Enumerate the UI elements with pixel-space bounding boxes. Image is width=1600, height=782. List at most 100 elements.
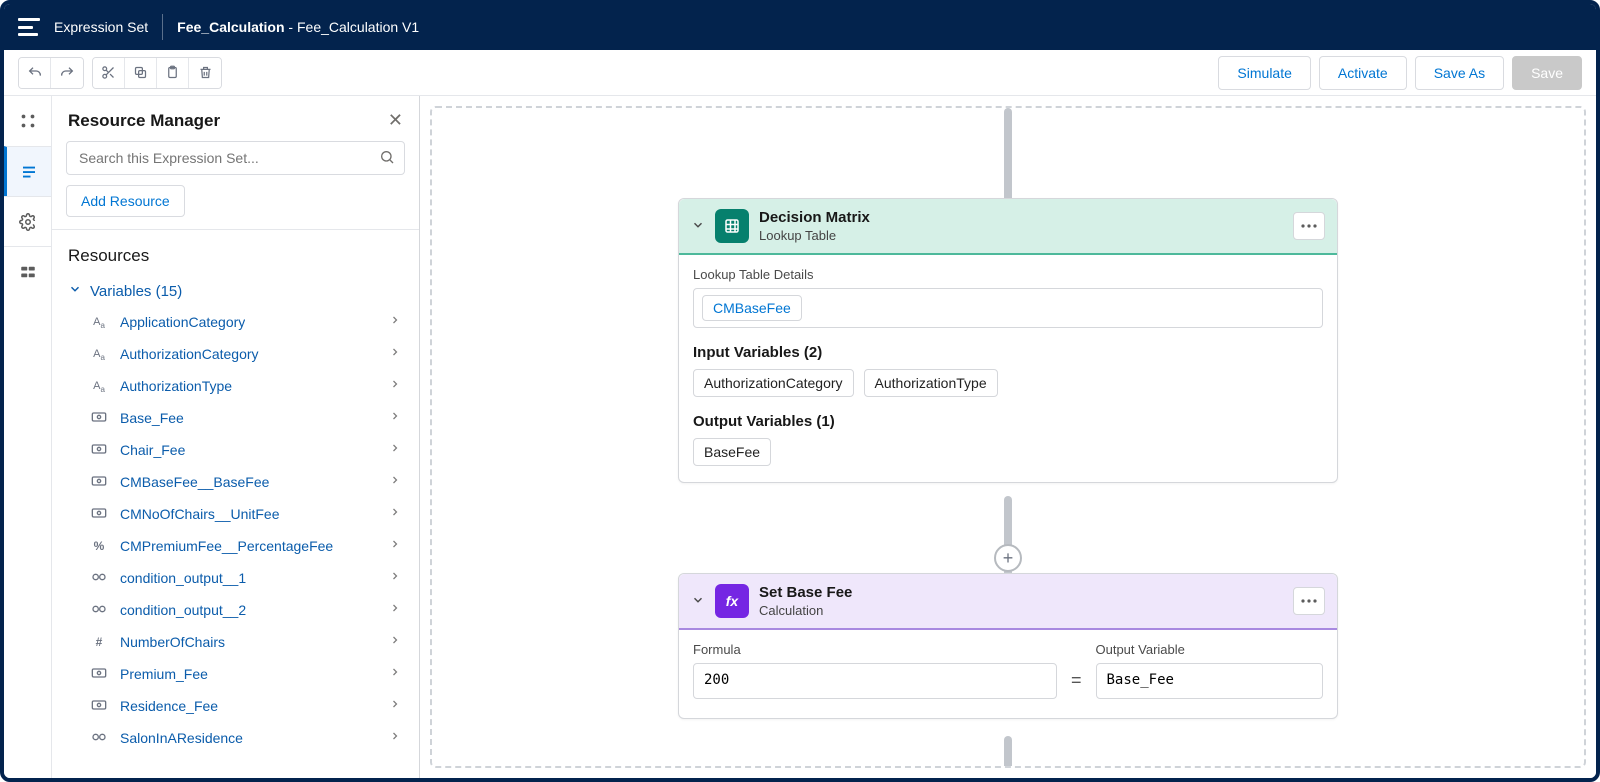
rail-components-icon[interactable] <box>4 96 51 146</box>
output-variable-input[interactable] <box>1096 663 1324 699</box>
chevron-right-icon <box>389 409 401 427</box>
variable-type-icon <box>90 571 108 586</box>
variable-row[interactable]: Chair_Fee <box>62 434 409 466</box>
lookup-table-link[interactable]: CMBaseFee <box>702 295 802 321</box>
variable-row[interactable]: Premium_Fee <box>62 658 409 690</box>
variable-type-icon <box>90 507 108 522</box>
history-group <box>18 57 84 89</box>
delete-button[interactable] <box>189 58 221 88</box>
calculation-node[interactable]: fx Set Base Fee Calculation <box>678 573 1338 719</box>
save-as-button[interactable]: Save As <box>1415 56 1504 90</box>
rail-data-icon[interactable] <box>4 246 51 296</box>
resource-panel: Resource Manager ✕ Add Resource Resource… <box>52 96 420 778</box>
variables-heading: Variables (15) <box>90 283 182 300</box>
variable-name: ApplicationCategory <box>120 314 245 330</box>
variable-row[interactable]: condition_output__1 <box>62 562 409 594</box>
panel-title: Resource Manager <box>68 111 220 131</box>
variable-name: NumberOfChairs <box>120 634 225 650</box>
canvas[interactable]: Decision Matrix Lookup Table Lookup Tabl… <box>420 96 1596 778</box>
chevron-right-icon <box>389 665 401 683</box>
variable-row[interactable]: CMNoOfChairs__UnitFee <box>62 498 409 530</box>
variable-name: SalonInAResidence <box>120 730 243 746</box>
variable-type-icon: Aa <box>90 378 108 394</box>
collapse-icon[interactable] <box>691 218 705 235</box>
save-button[interactable]: Save <box>1512 56 1582 90</box>
node-menu-button[interactable] <box>1293 212 1325 240</box>
variable-name: Chair_Fee <box>120 442 185 458</box>
variable-type-icon: # <box>90 635 108 649</box>
document-version: - Fee_Calculation V1 <box>285 19 420 35</box>
variable-row[interactable]: SalonInAResidence <box>62 722 409 754</box>
chevron-down-icon <box>68 282 82 300</box>
variable-name: AuthorizationCategory <box>120 346 259 362</box>
simulate-button[interactable]: Simulate <box>1218 56 1310 90</box>
chevron-right-icon <box>389 601 401 619</box>
variable-name: condition_output__2 <box>120 602 246 618</box>
variable-row[interactable]: AaAuthorizationCategory <box>62 338 409 370</box>
formula-input[interactable] <box>693 663 1057 699</box>
variable-row[interactable]: CMBaseFee__BaseFee <box>62 466 409 498</box>
variable-row[interactable]: condition_output__2 <box>62 594 409 626</box>
collapse-icon[interactable] <box>691 593 705 610</box>
resources-heading: Resources <box>62 242 409 276</box>
variable-row[interactable]: Residence_Fee <box>62 690 409 722</box>
app-title: Expression Set <box>54 19 148 35</box>
variable-type-icon: % <box>90 539 108 553</box>
chevron-right-icon <box>389 473 401 491</box>
variable-row[interactable]: % CMPremiumFee__PercentageFee <box>62 530 409 562</box>
variable-row[interactable]: Base_Fee <box>62 402 409 434</box>
connector <box>1004 736 1012 768</box>
equals-icon: = <box>1071 654 1082 691</box>
variable-name: CMBaseFee__BaseFee <box>120 474 269 490</box>
inputs-heading: Input Variables (2) <box>693 344 1323 361</box>
lookup-details-field[interactable]: CMBaseFee <box>693 288 1323 328</box>
chevron-right-icon <box>389 697 401 715</box>
variable-type-icon <box>90 411 108 426</box>
output-variable-chip[interactable]: BaseFee <box>693 438 771 466</box>
node-title: Decision Matrix <box>759 209 870 226</box>
close-icon[interactable]: ✕ <box>388 110 403 131</box>
chevron-right-icon <box>389 729 401 747</box>
node-subtitle: Lookup Table <box>759 228 870 243</box>
search-icon <box>379 149 395 168</box>
variable-row[interactable]: Aa ApplicationCategory <box>62 306 409 338</box>
variable-name: Base_Fee <box>120 410 184 426</box>
paste-button[interactable] <box>157 58 189 88</box>
variable-name: Premium_Fee <box>120 666 208 682</box>
search-input[interactable] <box>66 141 405 175</box>
variable-name: CMNoOfChairs__UnitFee <box>120 506 280 522</box>
document-name: Fee_Calculation <box>177 19 284 35</box>
chevron-right-icon <box>389 345 401 363</box>
add-step-button[interactable]: + <box>994 544 1022 572</box>
connector <box>1004 108 1012 204</box>
variable-row[interactable]: Aa AuthorizationType <box>62 370 409 402</box>
variable-type-icon: Aa <box>90 314 108 330</box>
cut-button[interactable] <box>93 58 125 88</box>
chevron-right-icon <box>389 313 401 331</box>
chevron-right-icon <box>389 569 401 587</box>
app-menu-icon[interactable] <box>18 18 40 36</box>
undo-button[interactable] <box>19 58 51 88</box>
variable-row[interactable]: # NumberOfChairs <box>62 626 409 658</box>
chevron-right-icon <box>389 537 401 555</box>
variable-type-icon <box>90 603 108 618</box>
decision-matrix-node[interactable]: Decision Matrix Lookup Table Lookup Tabl… <box>678 198 1338 483</box>
outputs-heading: Output Variables (1) <box>693 413 1323 430</box>
variable-name: AuthorizationType <box>120 378 232 394</box>
divider <box>162 14 163 40</box>
variables-toggle[interactable]: Variables (15) <box>62 276 409 306</box>
chevron-right-icon <box>389 441 401 459</box>
redo-button[interactable] <box>51 58 83 88</box>
input-variable-chip[interactable]: AuthorizationType <box>864 369 998 397</box>
activate-button[interactable]: Activate <box>1319 56 1407 90</box>
copy-button[interactable] <box>125 58 157 88</box>
rail-settings-icon[interactable] <box>4 196 51 246</box>
add-resource-button[interactable]: Add Resource <box>66 185 185 217</box>
node-menu-button[interactable] <box>1293 587 1325 615</box>
variable-name: CMPremiumFee__PercentageFee <box>120 538 333 554</box>
variable-name: Residence_Fee <box>120 698 218 714</box>
toolbar: Simulate Activate Save As Save <box>4 50 1596 96</box>
rail-resources-icon[interactable] <box>4 146 51 196</box>
variable-type-icon <box>90 475 108 490</box>
input-variable-chip[interactable]: AuthorizationCategory <box>693 369 854 397</box>
